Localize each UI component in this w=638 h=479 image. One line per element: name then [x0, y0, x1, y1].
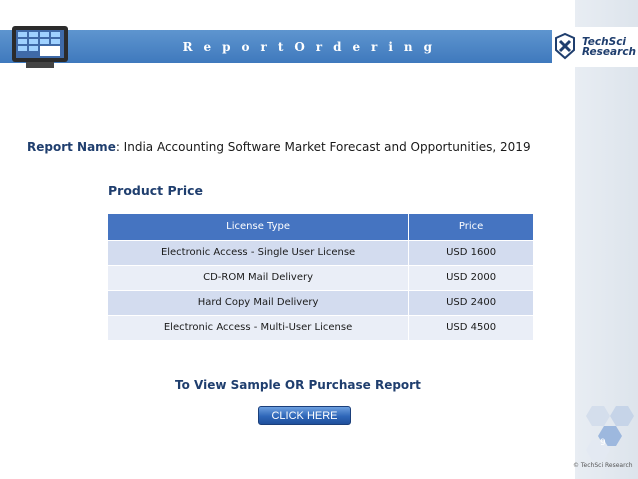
license-type-cell: Electronic Access - Single User License [108, 239, 410, 265]
table-header-row: License Type Price [108, 214, 534, 240]
column-header-license-type: License Type [108, 214, 410, 240]
price-table: License Type Price Electronic Access - S… [108, 214, 534, 340]
pos-terminal-icon [12, 26, 68, 68]
logo-text: TechSci Research [582, 37, 637, 58]
table-row: Hard Copy Mail Delivery USD 2400 [108, 289, 534, 315]
price-cell: USD 1600 [408, 239, 534, 265]
click-here-button[interactable]: CLICK HERE [258, 406, 351, 425]
license-type-cell: CD-ROM Mail Delivery [108, 264, 410, 290]
report-name-value: : India Accounting Software Market Forec… [115, 140, 531, 154]
price-cell: USD 4500 [408, 314, 534, 340]
page-number: 9 [600, 438, 606, 448]
table-row: CD-ROM Mail Delivery USD 2000 [108, 264, 534, 290]
product-price-heading: Product Price [108, 183, 203, 198]
price-cell: USD 2000 [408, 264, 534, 290]
purchase-report-text: To View Sample OR Purchase Report [175, 378, 421, 392]
report-name: Report Name: India Accounting Software M… [27, 140, 531, 154]
column-header-price: Price [408, 214, 534, 240]
techsci-logo: TechSci Research [552, 27, 638, 67]
logo-emblem-icon [555, 32, 575, 60]
header-banner: R e p o r t O r d e r i n g [0, 30, 552, 63]
license-type-cell: Electronic Access - Multi-User License [108, 314, 410, 340]
license-type-cell: Hard Copy Mail Delivery [108, 289, 410, 315]
hexagon-decoration-icon [586, 406, 634, 460]
page-title: R e p o r t O r d e r i n g [182, 39, 436, 54]
table-row: Electronic Access - Multi-User License U… [108, 314, 534, 340]
logo-line-2: Research [582, 46, 637, 58]
copyright-text: © TechSci Research [573, 462, 633, 469]
table-row: Electronic Access - Single User License … [108, 239, 534, 265]
report-name-label: Report Name [27, 140, 116, 154]
price-cell: USD 2400 [408, 289, 534, 315]
